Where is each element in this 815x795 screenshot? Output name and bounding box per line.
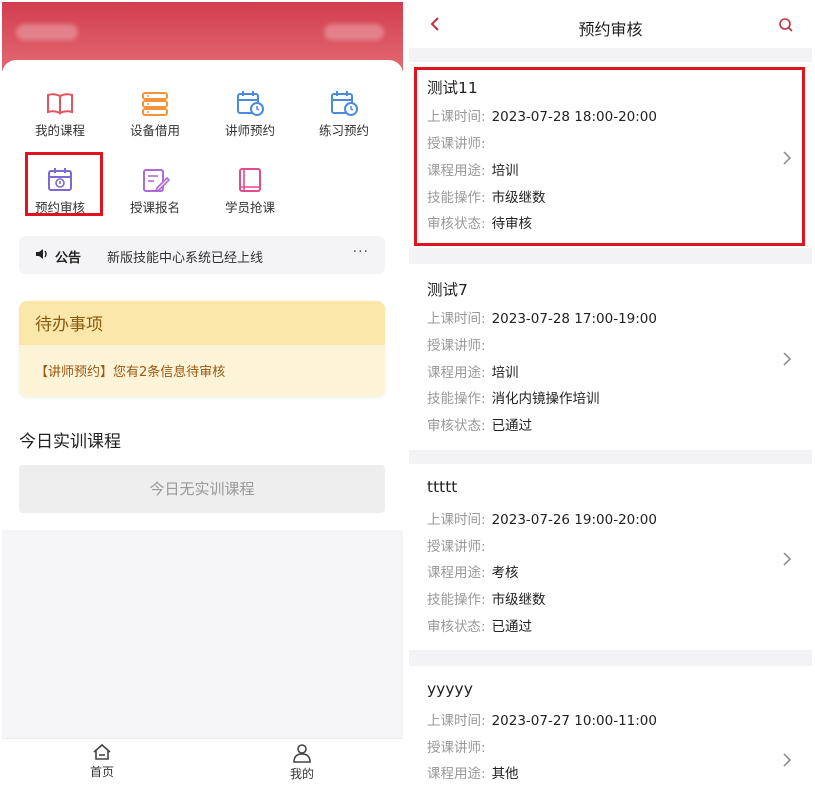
grid-item-student-grab-course[interactable]: 学员抢课 xyxy=(205,167,295,216)
field-value: 2023-07-28 17:00-19:00 xyxy=(491,311,657,327)
field-row: 上课时间: 2023-07-26 19:00-20:00 xyxy=(427,508,657,528)
highlight-box xyxy=(414,67,805,246)
grid-item-label: 讲师预约 xyxy=(224,123,275,138)
field-label: 上课时间: xyxy=(427,512,486,528)
field-row: 授课讲师: xyxy=(427,736,492,756)
grid-item-lecturer-booking[interactable]: 讲师预约 xyxy=(205,90,295,139)
booking-review-screen: 预约审核 测试11 上课时间: 2023-07-28 18:00-20:00 授课… xyxy=(409,2,812,788)
field-label: 课程用途: xyxy=(427,766,486,782)
announcement-text: 新版技能中心系统已经上线 xyxy=(107,251,264,266)
booking-card[interactable]: 测试7 上课时间: 2023-07-28 17:00-19:00 授课讲师: 课程… xyxy=(409,264,812,450)
field-row: 技能操作: 市级继数 xyxy=(427,588,546,608)
field-label: 上课时间: xyxy=(427,311,486,327)
bottom-tab-bar: 首页 我的 xyxy=(2,738,403,788)
field-value: 2023-07-26 19:00-20:00 xyxy=(491,512,657,528)
todo-title: 待办事项 xyxy=(19,301,385,345)
grid-item-practice-booking[interactable]: 练习预约 xyxy=(299,90,389,139)
grid-item-teaching-signup[interactable]: 授课报名 xyxy=(110,167,200,216)
announcement-bar[interactable]: 公告 新版技能中心系统已经上线 ··· xyxy=(19,236,385,274)
field-label: 授课讲师: xyxy=(427,338,486,354)
today-training-title: 今日实训课程 xyxy=(19,432,121,452)
tab-label: 我的 xyxy=(289,767,314,781)
field-label: 技能操作: xyxy=(427,592,486,608)
tab-mine[interactable]: 我的 xyxy=(272,743,332,782)
todo-item[interactable]: 【讲师预约】您有2条信息待审核 xyxy=(19,345,385,397)
field-value: 已通过 xyxy=(491,619,533,635)
field-row: 审核状态: 已通过 xyxy=(427,414,532,434)
card-title: 测试7 xyxy=(427,281,468,299)
todo-card: 待办事项 【讲师预约】您有2条信息待审核 xyxy=(19,301,385,397)
grid-item-my-courses[interactable]: 我的课程 xyxy=(15,90,105,139)
chevron-right-icon xyxy=(783,552,792,566)
home-icon xyxy=(93,743,111,760)
tab-label: 首页 xyxy=(89,765,114,779)
booking-card[interactable]: yyyyy 上课时间: 2023-07-27 10:00-11:00 授课讲师: … xyxy=(409,666,812,788)
calendar-clock-icon xyxy=(331,91,358,116)
field-value: 其他 xyxy=(491,766,519,782)
booking-card[interactable]: ttttt 上课时间: 2023-07-26 19:00-20:00 授课讲师: … xyxy=(409,464,812,650)
nav-bar: 预约审核 xyxy=(409,2,812,48)
field-row: 授课讲师: xyxy=(427,334,492,354)
chevron-right-icon xyxy=(783,753,792,767)
field-value: 2023-07-27 10:00-11:00 xyxy=(491,713,657,729)
blurred-header-text xyxy=(324,24,384,40)
server-icon xyxy=(142,92,168,116)
field-value: 已通过 xyxy=(491,418,533,434)
more-icon[interactable]: ··· xyxy=(353,244,369,260)
field-value: 市级继数 xyxy=(491,592,546,608)
grid-item-equipment-borrow[interactable]: 设备借用 xyxy=(110,90,200,139)
search-icon[interactable] xyxy=(778,17,794,33)
speaker-icon xyxy=(36,249,47,259)
field-label: 授课讲师: xyxy=(427,740,486,756)
field-label: 课程用途: xyxy=(427,565,486,581)
grid-item-label: 设备借用 xyxy=(129,123,180,138)
field-row: 技能操作: 消化内镜操作培训 xyxy=(427,387,600,407)
field-row: 审核状态: 已通过 xyxy=(427,615,532,635)
field-row: 课程用途: 培训 xyxy=(427,361,519,381)
tab-home[interactable]: 首页 xyxy=(72,743,132,780)
field-label: 上课时间: xyxy=(427,713,486,729)
grid-item-label: 练习预约 xyxy=(318,123,369,138)
grid-item-label: 授课报名 xyxy=(129,200,180,215)
field-label: 审核状态: xyxy=(427,418,486,434)
field-value: 消化内镜操作培训 xyxy=(491,391,600,407)
field-row: 课程用途: 其他 xyxy=(427,762,519,782)
field-row: 课程用途: 考核 xyxy=(427,561,519,581)
home-screen: 我的课程 设备借用 讲师预约 练习预约 预约审核 授课报名 学员抢课 公告 新版… xyxy=(2,2,403,788)
grid-item-label: 我的课程 xyxy=(34,123,85,138)
field-label: 授课讲师: xyxy=(427,539,486,555)
grid-item-label: 学员抢课 xyxy=(224,200,275,215)
page-title: 预约审核 xyxy=(578,20,643,39)
field-label: 审核状态: xyxy=(427,619,486,635)
field-row: 授课讲师: xyxy=(427,535,492,555)
field-row: 上课时间: 2023-07-28 17:00-19:00 xyxy=(427,307,657,327)
highlight-box xyxy=(25,152,103,216)
blurred-header-text xyxy=(16,24,78,40)
notebook-icon xyxy=(239,168,261,192)
calendar-clock-icon xyxy=(237,91,264,116)
card-title: ttttt xyxy=(427,478,458,496)
field-label: 课程用途: xyxy=(427,365,486,381)
field-value: 培训 xyxy=(491,365,519,381)
card-title: yyyyy xyxy=(427,680,473,698)
today-empty-state: 今日无实训课程 xyxy=(19,465,385,513)
user-icon xyxy=(293,744,311,763)
field-value: 考核 xyxy=(491,565,519,581)
book-icon xyxy=(47,93,73,115)
announcement-tag: 公告 xyxy=(55,251,82,266)
field-label: 技能操作: xyxy=(427,391,486,407)
field-row: 上课时间: 2023-07-27 10:00-11:00 xyxy=(427,709,657,729)
edit-form-icon xyxy=(143,169,170,193)
chevron-right-icon xyxy=(783,352,792,366)
